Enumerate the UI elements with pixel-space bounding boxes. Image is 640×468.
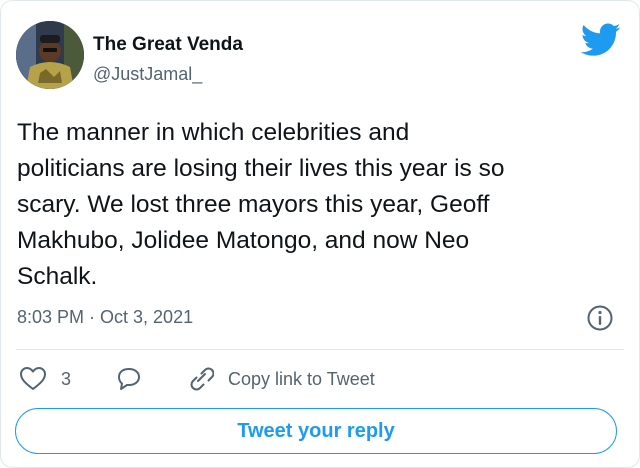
divider bbox=[16, 349, 624, 350]
reply-action-button[interactable] bbox=[115, 366, 143, 392]
info-icon[interactable] bbox=[586, 304, 614, 332]
tweet-card: The Great Venda @JustJamal_ The manner i… bbox=[0, 0, 640, 468]
link-icon bbox=[190, 367, 214, 391]
tweet-your-reply-button[interactable]: Tweet your reply bbox=[15, 408, 617, 454]
avatar-image bbox=[16, 21, 84, 89]
tweet-text: The manner in which celebrities and poli… bbox=[17, 119, 505, 290]
heart-icon bbox=[20, 367, 46, 390]
user-handle[interactable]: @JustJamal_ bbox=[93, 64, 202, 85]
tweet-timestamp[interactable]: 8:03 PM · Oct 3, 2021 bbox=[17, 307, 193, 328]
display-name[interactable]: The Great Venda bbox=[93, 34, 243, 56]
avatar[interactable] bbox=[16, 21, 84, 89]
speech-bubble-icon bbox=[118, 368, 140, 390]
copy-link-label: Copy link to Tweet bbox=[228, 368, 375, 389]
like-button[interactable]: 3 bbox=[19, 366, 71, 392]
twitter-bird-icon[interactable] bbox=[580, 23, 621, 57]
like-count: 3 bbox=[61, 368, 72, 389]
copy-link-button[interactable]: Copy link to Tweet bbox=[186, 366, 375, 392]
